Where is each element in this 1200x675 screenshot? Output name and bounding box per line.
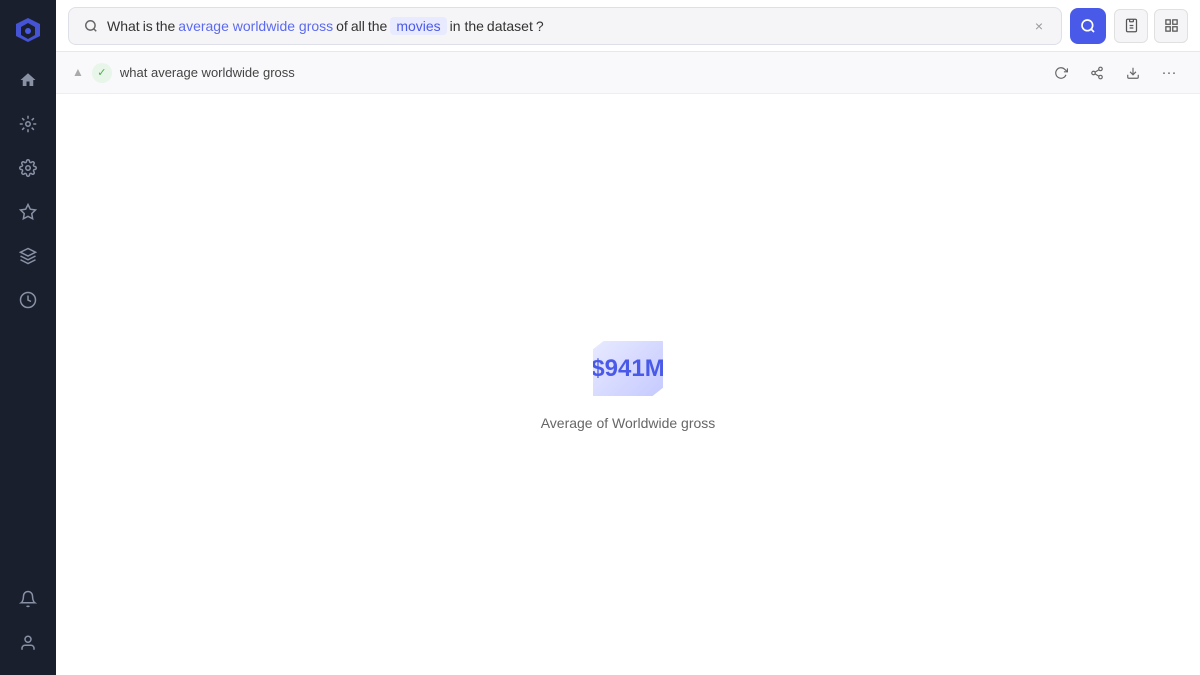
export-button[interactable] xyxy=(1118,58,1148,88)
subtitle-bar: ▲ ✓ what average worldwide gross xyxy=(56,52,1200,94)
sidebar-item-settings[interactable] xyxy=(8,148,48,188)
sidebar-item-explore[interactable] xyxy=(8,104,48,144)
subtitle-right: ··· xyxy=(1046,58,1184,88)
app-logo xyxy=(10,12,46,48)
sidebar-item-home[interactable] xyxy=(8,60,48,100)
token-average-worldwide-gross: average worldwide gross xyxy=(178,18,333,34)
clear-button[interactable]: × xyxy=(1029,16,1049,36)
sidebar xyxy=(0,0,56,675)
token-the2: the xyxy=(368,18,387,34)
result-area: $941M Average of Worldwide gross xyxy=(56,94,1200,675)
clipboard-icon-button[interactable] xyxy=(1114,9,1148,43)
search-bar: What is the average worldwide gross of a… xyxy=(56,0,1200,52)
token-is: is xyxy=(143,18,153,34)
sidebar-item-history[interactable] xyxy=(8,280,48,320)
toolbar-icons xyxy=(1114,9,1188,43)
token-the1: the xyxy=(156,18,175,34)
check-icon: ✓ xyxy=(92,63,112,83)
sidebar-item-layers[interactable] xyxy=(8,236,48,276)
token-question: ? xyxy=(536,18,544,34)
token-of: of xyxy=(336,18,348,34)
token-in-the: in the xyxy=(450,18,484,34)
token-what: What xyxy=(107,18,140,34)
chevron-up-icon: ▲ xyxy=(72,65,84,79)
search-icon xyxy=(81,16,101,36)
sidebar-item-user[interactable] xyxy=(8,623,48,663)
token-dataset: dataset xyxy=(487,18,533,34)
subtitle-left: ▲ ✓ what average worldwide gross xyxy=(72,63,295,83)
sidebar-item-notifications[interactable] xyxy=(8,579,48,619)
metric-card: $941M Average of Worldwide gross xyxy=(541,339,716,431)
token-all: all xyxy=(351,18,365,34)
metric-label: Average of Worldwide gross xyxy=(541,415,716,431)
refresh-button[interactable] xyxy=(1046,58,1076,88)
metric-value-display: $941M xyxy=(591,355,664,383)
metric-icon-container: $941M xyxy=(588,339,668,399)
main-content: What is the average worldwide gross of a… xyxy=(56,0,1200,675)
more-options-button[interactable]: ··· xyxy=(1154,58,1184,88)
share-button[interactable] xyxy=(1082,58,1112,88)
sidebar-item-favorites[interactable] xyxy=(8,192,48,232)
token-movies: movies xyxy=(390,17,446,35)
query-tokens: What is the average worldwide gross of a… xyxy=(107,17,1023,35)
metric-icon-shape: $941M xyxy=(593,341,663,396)
search-input-wrapper[interactable]: What is the average worldwide gross of a… xyxy=(68,7,1062,45)
subtitle-text: what average worldwide gross xyxy=(120,65,295,80)
grid-icon-button[interactable] xyxy=(1154,9,1188,43)
search-submit-button[interactable] xyxy=(1070,8,1106,44)
